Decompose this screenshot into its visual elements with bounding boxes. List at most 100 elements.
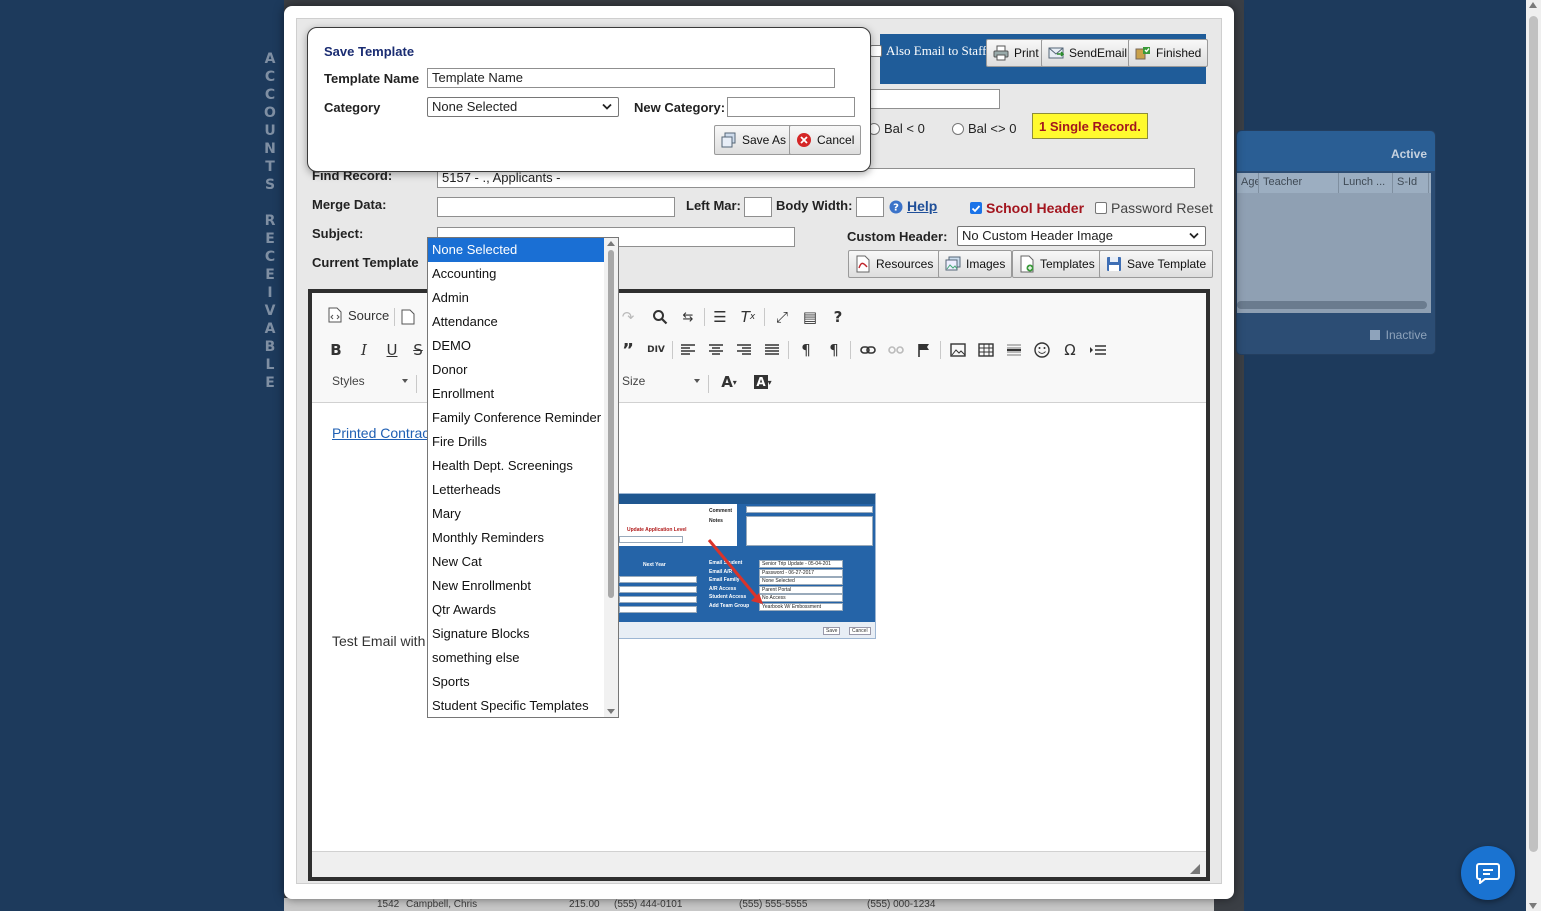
- bold-icon[interactable]: B: [326, 340, 346, 360]
- print-button[interactable]: Print: [986, 39, 1046, 67]
- background-grid-scrollbar[interactable]: [1237, 301, 1427, 309]
- styles-combo[interactable]: Styles: [332, 374, 410, 388]
- image-icon[interactable]: [948, 340, 968, 360]
- dropdown-scroll-up-icon[interactable]: [607, 241, 615, 246]
- category-option[interactable]: Accounting: [428, 262, 604, 286]
- category-select[interactable]: None Selected: [427, 97, 619, 117]
- source-icon: [328, 307, 342, 323]
- printed-contract-link[interactable]: Printed Contract: [332, 425, 433, 441]
- password-reset-toggle[interactable]: Password Reset: [1095, 200, 1213, 216]
- category-option[interactable]: Health Dept. Screenings: [428, 454, 604, 478]
- category-option[interactable]: Fire Drills: [428, 430, 604, 454]
- underline-icon[interactable]: U: [382, 340, 402, 360]
- custom-header-select[interactable]: No Custom Header Image: [957, 226, 1206, 246]
- size-combo[interactable]: Size: [622, 374, 700, 388]
- link-icon[interactable]: [858, 340, 878, 360]
- replace-icon[interactable]: ⇆: [678, 307, 698, 327]
- category-option[interactable]: DEMO: [428, 334, 604, 358]
- category-option[interactable]: Donor: [428, 358, 604, 382]
- category-option[interactable]: Enrollment: [428, 382, 604, 406]
- scroll-up-arrow-icon[interactable]: [1529, 2, 1537, 8]
- dropdown-scroll-down-icon[interactable]: [607, 709, 615, 714]
- show-blocks-icon[interactable]: ▤: [800, 307, 820, 327]
- category-option[interactable]: Attendance: [428, 310, 604, 334]
- horizontal-rule-icon[interactable]: [1004, 340, 1024, 360]
- select-all-icon[interactable]: ☰: [710, 307, 730, 327]
- text-color-icon[interactable]: A ▾: [716, 372, 742, 392]
- school-header-checkbox[interactable]: [970, 202, 982, 214]
- template-name-input[interactable]: Template Name: [427, 68, 835, 88]
- top-filter-input[interactable]: [870, 89, 1000, 109]
- text-direction-rtl-icon[interactable]: ¶: [824, 340, 844, 360]
- resize-grip-icon[interactable]: [1190, 864, 1200, 874]
- page-scrollbar[interactable]: [1526, 0, 1541, 911]
- special-character-icon[interactable]: Ω: [1060, 340, 1080, 360]
- dropdown-scrollbar-thumb[interactable]: [608, 250, 614, 598]
- inactive-toggle[interactable]: Inactive: [1369, 328, 1427, 342]
- embedded-screenshot-image[interactable]: Update Application Level Comment Notes N…: [618, 493, 876, 639]
- align-center-icon[interactable]: [706, 340, 726, 360]
- anchor-flag-icon[interactable]: [914, 340, 934, 360]
- also-email-staff-toggle[interactable]: Also Email to Staff: [870, 43, 987, 59]
- body-width-input[interactable]: [856, 197, 884, 217]
- remove-format-icon[interactable]: Tx: [738, 307, 758, 327]
- category-option[interactable]: Monthly Reminders: [428, 526, 604, 550]
- cancel-button[interactable]: Cancel: [789, 125, 862, 155]
- blockquote-icon[interactable]: ”: [618, 340, 638, 361]
- table-icon[interactable]: [976, 340, 996, 360]
- about-help-icon[interactable]: ?: [828, 307, 848, 327]
- merge-data-input[interactable]: [437, 197, 675, 217]
- source-button[interactable]: Source: [328, 307, 389, 323]
- chat-button[interactable]: [1461, 846, 1515, 900]
- also-email-staff-checkbox[interactable]: [870, 45, 882, 57]
- category-option[interactable]: Qtr Awards: [428, 598, 604, 622]
- page-scrollbar-thumb[interactable]: [1529, 16, 1538, 852]
- dropdown-scrollbar[interactable]: [604, 238, 618, 717]
- smiley-icon[interactable]: [1032, 340, 1052, 360]
- find-icon[interactable]: [650, 307, 670, 327]
- new-page-icon[interactable]: [398, 307, 418, 327]
- images-button[interactable]: Images: [938, 250, 1013, 278]
- category-option[interactable]: None Selected: [428, 238, 604, 262]
- send-email-button[interactable]: SendEmail: [1041, 39, 1135, 67]
- category-option[interactable]: New Cat: [428, 550, 604, 574]
- save-as-button[interactable]: Save As: [714, 125, 794, 155]
- italic-icon[interactable]: I: [354, 340, 374, 360]
- left-margin-input[interactable]: [744, 197, 772, 217]
- align-left-icon[interactable]: [678, 340, 698, 360]
- bal-ne-zero-radio[interactable]: Bal <> 0: [952, 121, 1016, 136]
- category-option[interactable]: Student Specific Templates: [428, 694, 604, 717]
- create-div-icon[interactable]: DIV: [646, 340, 666, 360]
- bal-ne-zero-radio-circle[interactable]: [952, 122, 964, 135]
- category-option[interactable]: Family Conference Reminder: [428, 406, 604, 430]
- category-dropdown-list[interactable]: None Selected Accounting Admin Attendance DE…: [427, 237, 619, 718]
- password-reset-checkbox[interactable]: [1095, 202, 1107, 214]
- bal-lt-zero-radio[interactable]: Bal < 0: [868, 121, 925, 136]
- scroll-down-arrow-icon[interactable]: [1529, 903, 1537, 909]
- finished-button[interactable]: Finished: [1128, 39, 1209, 67]
- help-icon[interactable]: ?: [889, 200, 903, 214]
- resources-button[interactable]: Resources: [848, 250, 941, 278]
- background-color-icon[interactable]: A ▾: [750, 372, 776, 392]
- side-letter: C: [264, 87, 276, 103]
- new-category-input[interactable]: [727, 97, 855, 117]
- category-option[interactable]: Mary: [428, 502, 604, 526]
- page-break-icon[interactable]: [1088, 340, 1108, 360]
- align-justify-icon[interactable]: [762, 340, 782, 360]
- category-option[interactable]: Letterheads: [428, 478, 604, 502]
- align-right-icon[interactable]: [734, 340, 754, 360]
- category-option[interactable]: Sports: [428, 670, 604, 694]
- category-option[interactable]: New Enrollmenbt: [428, 574, 604, 598]
- templates-button[interactable]: Templates: [1012, 250, 1102, 278]
- redo-icon[interactable]: ↷: [618, 307, 638, 327]
- school-header-toggle[interactable]: School Header: [970, 200, 1084, 216]
- text-direction-ltr-icon[interactable]: ¶: [796, 340, 816, 360]
- category-option[interactable]: Signature Blocks: [428, 622, 604, 646]
- unlink-icon[interactable]: [886, 340, 906, 360]
- category-option[interactable]: something else: [428, 646, 604, 670]
- maximize-icon[interactable]: ⤢: [772, 307, 792, 327]
- save-template-button[interactable]: Save Template: [1099, 250, 1214, 278]
- strikethrough-icon[interactable]: S: [408, 340, 428, 360]
- help-link[interactable]: Help: [907, 198, 937, 214]
- category-option[interactable]: Admin: [428, 286, 604, 310]
